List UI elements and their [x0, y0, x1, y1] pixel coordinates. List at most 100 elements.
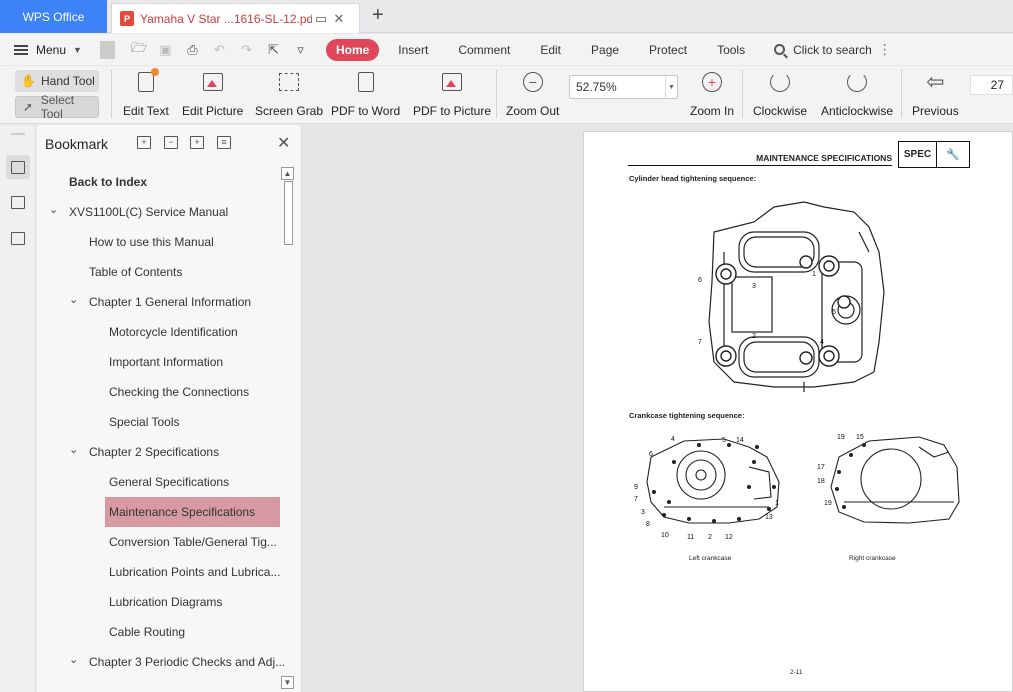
tab-comment[interactable]: Comment — [443, 39, 525, 61]
bookmark-item[interactable]: ⌄ XVS1100L(C) Service Manual — [49, 197, 229, 227]
close-icon[interactable]: ✕ — [277, 133, 290, 153]
bookmark-panel-icon[interactable] — [6, 155, 30, 179]
tab-tools[interactable]: Tools — [702, 39, 760, 61]
bookmark-item[interactable]: Table of Contents — [89, 257, 182, 287]
new-tab-icon[interactable]: + — [372, 4, 384, 27]
previous-page-button[interactable]: ⇦ Previous — [912, 70, 959, 120]
screen-grab-button[interactable]: Screen Grab — [255, 70, 323, 120]
chevron-down-icon[interactable]: ⌄ — [49, 203, 59, 216]
left-crankcase-diagram: 4 6 5 14 9 7 3 8 10 11 2 12 13 1 — [634, 436, 780, 541]
chevron-down-icon[interactable]: ⌄ — [69, 443, 79, 456]
add-bookmark-icon[interactable]: + — [190, 136, 204, 149]
expand-all-icon[interactable]: + — [137, 136, 151, 149]
document-view[interactable]: MAINTENANCE SPECIFICATIONS SPEC 🔧 Cylind… — [303, 125, 1013, 692]
chevron-down-icon[interactable]: ⌄ — [69, 653, 79, 666]
bookmark-item[interactable]: Checking the Connections — [109, 377, 249, 407]
bookmark-item-label: Chapter 2 Specifications — [89, 445, 220, 459]
print-icon[interactable]: ⎙ — [185, 42, 200, 58]
page-number-input[interactable]: 27 — [970, 75, 1013, 95]
case-number-6: 6 — [649, 451, 653, 458]
thumbnail-panel-icon[interactable] — [6, 190, 30, 214]
case-number-9: 9 — [634, 484, 638, 491]
bookmark-item[interactable]: General Specifications — [109, 467, 229, 497]
bookmark-item[interactable]: Lubrication Diagrams — [109, 587, 222, 617]
redo-icon[interactable]: ↷ — [239, 42, 254, 58]
scrollbar-thumb[interactable] — [284, 181, 293, 245]
cylinder-head-diagram: 6 7 3 2 1 5 4 — [698, 201, 885, 392]
bookmark-item[interactable]: ⌄ Chapter 3 Periodic Checks and Adj... — [69, 647, 286, 677]
zoom-in-button[interactable]: + Zoom In — [690, 70, 734, 120]
bookmark-item[interactable]: How to use this Manual — [89, 227, 214, 257]
bolt-number-7: 7 — [698, 339, 702, 346]
more-options-icon[interactable]: ⋮ — [878, 41, 892, 58]
page-header: MAINTENANCE SPECIFICATIONS — [628, 153, 892, 166]
hamburger-icon — [14, 44, 28, 55]
more-dropdown-icon[interactable]: ▿ — [293, 42, 308, 58]
zoom-out-button[interactable]: − Zoom Out — [506, 70, 559, 120]
drag-handle[interactable] — [11, 133, 25, 135]
bookmark-item[interactable]: Conversion Table/General Tig... — [109, 527, 277, 557]
bolt-number-2: 2 — [752, 333, 756, 340]
hand-tool-button[interactable]: ✋ Hand Tool — [15, 70, 99, 92]
scroll-down-arrow[interactable]: ▼ — [281, 676, 294, 689]
bolt-number-1: 1 — [812, 271, 816, 278]
separator — [99, 40, 115, 59]
search-label: Click to search — [793, 42, 872, 57]
bookmark-item-label: Lubrication Diagrams — [109, 595, 223, 609]
rotate-clockwise-icon — [768, 70, 792, 94]
restore-window-icon[interactable]: ▭ — [312, 11, 330, 27]
bookmark-item[interactable]: Back to Index — [69, 167, 147, 197]
zoom-level-select[interactable]: 52.75% ▼ — [569, 75, 678, 99]
edit-picture-button[interactable]: Edit Picture — [182, 70, 243, 120]
bolt-number-4: 4 — [820, 339, 824, 346]
bookmark-item-label: Chapter 3 Periodic Checks and Adj... — [89, 655, 286, 669]
tab-home[interactable]: Home — [325, 38, 380, 61]
bookmark-item[interactable]: Important Information — [109, 347, 223, 377]
side-icon-strip — [0, 125, 36, 692]
case-number-3: 3 — [641, 509, 645, 516]
bookmark-item[interactable]: Cable Routing — [109, 617, 185, 647]
undo-icon[interactable]: ↶ — [212, 42, 227, 58]
tab-insert[interactable]: Insert — [383, 39, 443, 61]
rotate-anticlockwise-button[interactable]: Anticlockwise — [821, 70, 893, 120]
tab-protect[interactable]: Protect — [634, 39, 702, 61]
bookmark-item-label: XVS1100L(C) Service Manual — [69, 205, 229, 219]
wps-office-tab[interactable]: WPS Office — [0, 0, 107, 33]
pdf-to-word-button[interactable]: PDF to Word — [331, 70, 400, 120]
bolt-number-5: 5 — [832, 309, 836, 316]
select-tool-button[interactable]: ➚ Select Tool — [15, 93, 99, 121]
bookmark-item-label: Lubrication Points and Lubrica... — [109, 565, 281, 579]
bookmark-item[interactable]: Special Tools — [109, 407, 180, 437]
rotate-clockwise-label: Clockwise — [753, 104, 808, 118]
pdf-to-picture-button[interactable]: PDF to Picture — [413, 70, 491, 120]
open-folder-icon[interactable]: 🗁 — [131, 39, 147, 61]
bookmark-scrollbar[interactable]: ▲ ▼ — [281, 167, 295, 689]
export-icon[interactable]: ⇱ — [266, 42, 281, 58]
bookmark-item[interactable]: Lubrication Points and Lubrica... — [109, 557, 280, 587]
search-button[interactable]: Click to search — [774, 43, 872, 57]
bookmark-item[interactable]: Maintenance Specifications — [105, 497, 280, 527]
save-icon[interactable]: ▣ — [158, 42, 173, 58]
bookmark-item[interactable]: ⌄ Chapter 1 General Information — [69, 287, 251, 317]
bookmark-item[interactable]: ⌄ Chapter 2 Specifications — [69, 437, 220, 467]
tab-edit[interactable]: Edit — [525, 39, 576, 61]
main-menu-button[interactable]: Menu ▼ — [14, 43, 82, 57]
chevron-down-icon[interactable]: ▼ — [665, 76, 677, 98]
signature-panel-icon[interactable] — [6, 226, 30, 250]
hand-icon: ✋ — [21, 74, 36, 88]
screen-grab-label: Screen Grab — [255, 104, 324, 118]
collapse-all-icon[interactable]: − — [164, 136, 178, 149]
chevron-down-icon[interactable]: ⌄ — [69, 293, 79, 306]
scroll-up-arrow[interactable]: ▲ — [281, 167, 294, 180]
bookmark-panel: Bookmark + − + ≡ ✕ Back to Index ⌄ XVS1100… — [37, 125, 302, 692]
rotate-clockwise-button[interactable]: Clockwise — [753, 70, 807, 120]
menu-label: Menu — [36, 42, 67, 57]
bookmark-item[interactable]: Motorcycle Identification — [109, 317, 238, 347]
document-tab[interactable]: P Yamaha V Star ...1616-SL-12.pdf ▭ ✕ — [111, 3, 360, 33]
edit-text-label: Edit Text — [123, 104, 169, 118]
delete-bookmark-icon[interactable]: ≡ — [217, 136, 231, 149]
close-tab-icon[interactable]: ✕ — [330, 11, 348, 27]
tab-page[interactable]: Page — [576, 39, 634, 61]
right-crankcase-diagram: 19 15 17 18 19 — [817, 434, 960, 524]
edit-text-button[interactable]: Edit Text — [123, 68, 169, 120]
